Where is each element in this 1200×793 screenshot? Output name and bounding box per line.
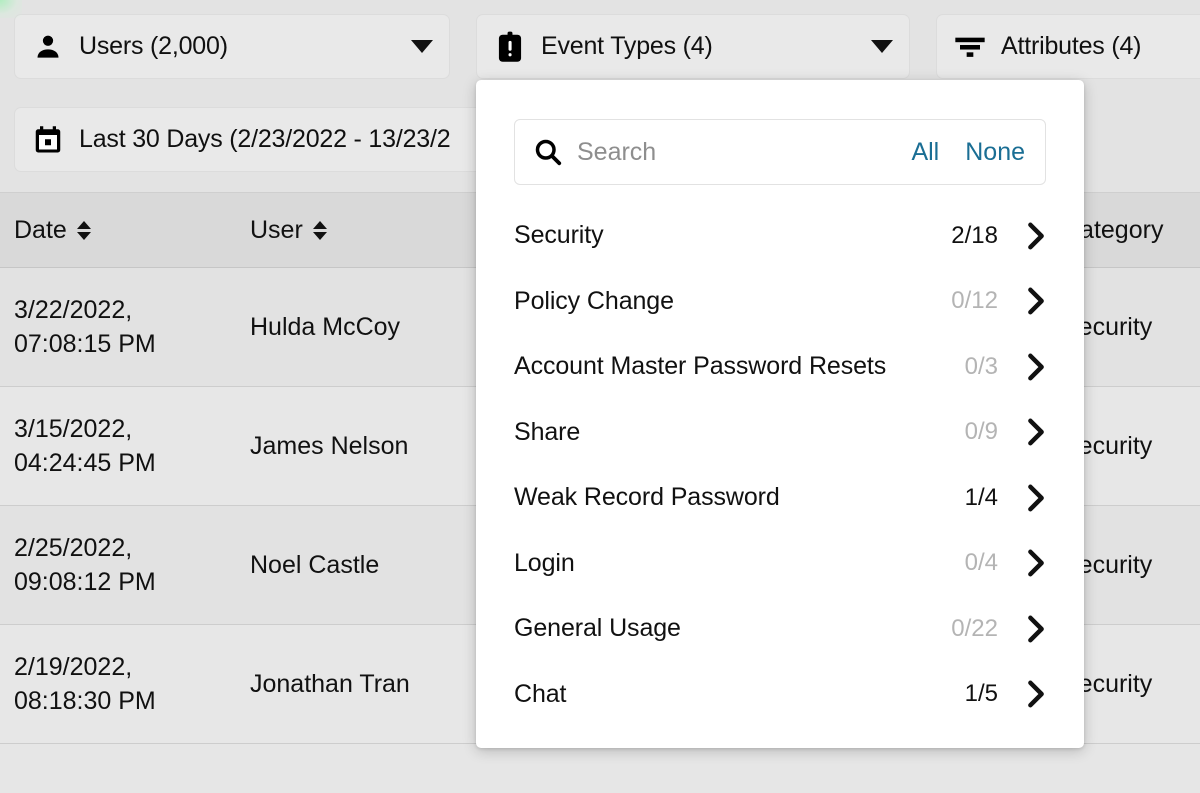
select-all-button[interactable]: All: [905, 138, 945, 167]
chevron-right-icon[interactable]: [1026, 484, 1046, 512]
column-header-user-label: User: [250, 215, 303, 244]
dropdown-item-count: 0/9: [964, 418, 998, 446]
dropdown-search-bar: All None: [514, 119, 1046, 185]
sort-toggle-icon[interactable]: [312, 220, 327, 240]
select-none-button[interactable]: None: [959, 138, 1031, 167]
person-icon: [31, 30, 65, 64]
sort-toggle-icon[interactable]: [76, 220, 91, 240]
chevron-right-icon[interactable]: [1026, 549, 1046, 577]
cell-date: 2/19/2022, 08:18:30 PM: [14, 652, 156, 716]
attributes-filter-button[interactable]: Attributes (4): [936, 14, 1200, 79]
column-header-date-label: Date: [14, 215, 67, 244]
dropdown-item-count: 0/3: [964, 352, 998, 380]
chevron-right-icon[interactable]: [1026, 353, 1046, 381]
calendar-icon: [31, 123, 65, 157]
chevron-right-icon[interactable]: [1026, 418, 1046, 446]
dropdown-item-label: Login: [514, 548, 575, 577]
column-header-date[interactable]: Date: [0, 216, 250, 245]
dropdown-item-label: Policy Change: [514, 286, 674, 315]
dropdown-item-count: 0/12: [951, 287, 998, 315]
dropdown-item-label: Chat: [514, 679, 567, 708]
users-filter-label: Users (2,000): [79, 32, 228, 60]
clipboard-alert-icon: [493, 30, 527, 64]
cell-date: 3/15/2022, 04:24:45 PM: [14, 414, 156, 478]
chevron-down-icon[interactable]: [389, 40, 433, 53]
chevron-right-icon[interactable]: [1026, 615, 1046, 643]
search-icon: [533, 137, 563, 167]
dropdown-item-label: Security: [514, 221, 604, 250]
dropdown-item-login[interactable]: Login 0/4: [476, 531, 1084, 597]
dropdown-item-general-usage[interactable]: General Usage 0/22: [476, 596, 1084, 662]
chevron-right-icon[interactable]: [1026, 287, 1046, 315]
event-type-category-list: Security 2/18 Policy Change 0/12 Account…: [476, 203, 1084, 727]
dropdown-item-share[interactable]: Share 0/9: [476, 400, 1084, 466]
dropdown-item-count: 1/5: [964, 680, 998, 708]
dropdown-item-count: 1/4: [964, 483, 998, 511]
cell-date: 3/22/2022, 07:08:15 PM: [14, 295, 156, 359]
dropdown-item-count: 2/18: [951, 221, 998, 249]
event-types-dropdown-panel: All None Security 2/18 Policy Change 0/1…: [476, 80, 1084, 748]
dropdown-item-label: Account Master Password Resets: [514, 352, 887, 381]
event-types-filter-button[interactable]: Event Types (4): [476, 14, 910, 79]
chevron-right-icon[interactable]: [1026, 680, 1046, 708]
dropdown-item-count: 0/4: [964, 549, 998, 577]
dropdown-item-security[interactable]: Security 2/18: [476, 203, 1084, 269]
search-input[interactable]: [577, 137, 906, 167]
dropdown-item-chat[interactable]: Chat 1/5: [476, 662, 1084, 728]
event-types-filter-label: Event Types (4): [541, 32, 713, 60]
dropdown-item-label: Share: [514, 417, 581, 446]
date-range-filter-label: Last 30 Days (2/23/2022 - 13/23/2: [79, 125, 451, 153]
chevron-down-icon[interactable]: [849, 40, 893, 53]
filter-icon: [953, 30, 987, 64]
users-filter-button[interactable]: Users (2,000): [14, 14, 450, 79]
dropdown-item-label: General Usage: [514, 614, 681, 643]
dropdown-item-count: 0/22: [951, 614, 998, 642]
dropdown-item-policy-change[interactable]: Policy Change 0/12: [476, 269, 1084, 335]
dropdown-item-label: Weak Record Password: [514, 483, 780, 512]
chevron-right-icon[interactable]: [1026, 222, 1046, 250]
dropdown-item-weak-record-password[interactable]: Weak Record Password 1/4: [476, 465, 1084, 531]
cell-date: 2/25/2022, 09:08:12 PM: [14, 533, 156, 597]
attributes-filter-label: Attributes (4): [1001, 32, 1142, 60]
dropdown-item-account-master-password-resets[interactable]: Account Master Password Resets 0/3: [476, 334, 1084, 400]
